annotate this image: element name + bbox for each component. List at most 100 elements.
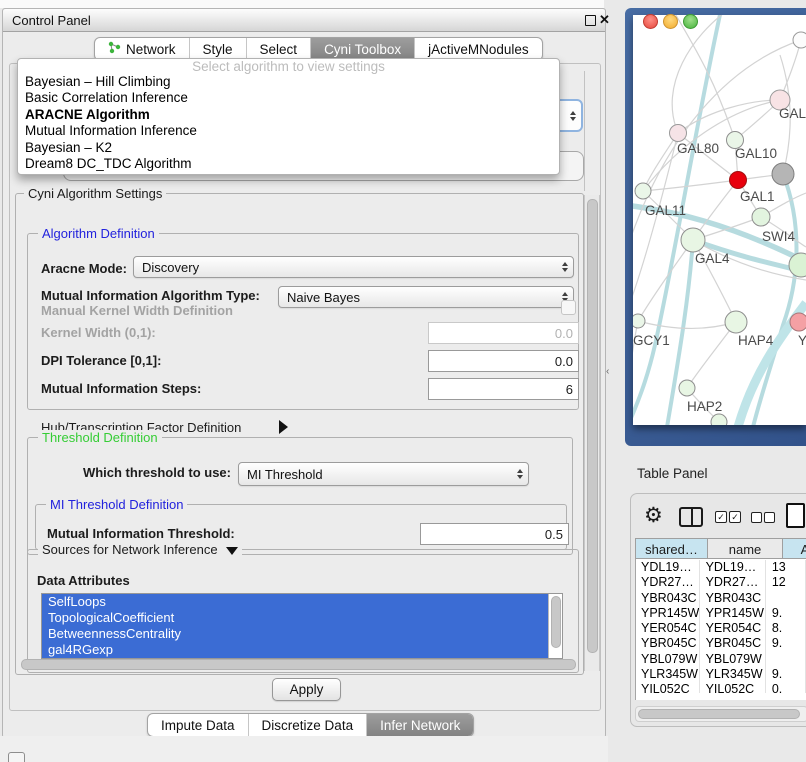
table-cell: YDR27… <box>635 575 700 590</box>
node-label: GAL80 <box>677 141 719 156</box>
network-node[interactable] <box>752 208 770 226</box>
column-header-2[interactable]: name <box>708 538 783 559</box>
network-node[interactable] <box>670 125 687 142</box>
minimize-window-button[interactable] <box>663 14 678 29</box>
network-node[interactable] <box>633 314 645 328</box>
network-node[interactable] <box>725 311 747 333</box>
which-threshold-value: MI Threshold <box>239 467 512 482</box>
column-header-1[interactable]: shared… <box>635 538 708 559</box>
network-node[interactable] <box>730 172 747 189</box>
apply-button[interactable]: Apply <box>272 678 341 701</box>
network-node[interactable] <box>635 183 651 199</box>
select-all-checkbox-icon[interactable]: ✓ <box>715 511 727 523</box>
algorithm-option[interactable]: Mutual Information Inference <box>18 123 559 139</box>
deselect-checkbox-icon2[interactable] <box>764 512 775 523</box>
tab-jactivemnodules[interactable]: jActiveMNodules <box>415 38 542 60</box>
close-window-button[interactable] <box>643 14 658 29</box>
network-node[interactable] <box>711 414 727 425</box>
kernel-width-field[interactable]: 0.0 <box>428 322 579 344</box>
network-node[interactable] <box>679 380 695 396</box>
table-row[interactable]: YIL052CYIL052C0. <box>635 682 806 693</box>
table-row[interactable]: YBR043CYBR043C <box>635 591 806 606</box>
attribute-item[interactable]: TopologicalCoefficient <box>42 610 553 626</box>
sources-collapse-icon[interactable] <box>226 547 238 555</box>
select-all-checkbox-icon2[interactable]: ✓ <box>729 511 741 523</box>
attribute-item[interactable]: SelfLoops <box>42 594 553 610</box>
manual-kernel-checkbox[interactable] <box>561 300 576 315</box>
settings-hscrollbar-thumb[interactable] <box>21 659 576 670</box>
network-edges <box>633 15 806 425</box>
bottom-strip <box>0 736 608 762</box>
settings-vscrollbar-track[interactable] <box>584 195 600 671</box>
data-attributes-list[interactable]: SelfLoopsTopologicalCoefficientBetweenne… <box>41 593 563 659</box>
mi-steps-label: Mutual Information Steps: <box>41 378 201 400</box>
cyni-settings-title: Cyni Algorithm Settings <box>24 186 166 201</box>
table-row[interactable]: YDL19…YDL19…13 <box>635 560 806 575</box>
hub-expand-icon[interactable] <box>279 420 288 434</box>
screen: Control Panel ✕ NetworkStyleSelectCyni T… <box>0 0 806 762</box>
table-row[interactable]: YPR145WYPR145W9. <box>635 606 806 621</box>
sources-title-text: Sources for Network Inference <box>42 542 218 557</box>
table-cell: 13 <box>766 560 806 575</box>
mi-type-combo[interactable]: Naive Bayes <box>278 286 574 308</box>
mi-steps-field[interactable]: 6 <box>428 378 579 400</box>
tab-network[interactable]: Network <box>95 38 190 60</box>
which-threshold-combo[interactable]: MI Threshold <box>238 462 529 486</box>
tab-cyni-toolbox[interactable]: Cyni Toolbox <box>311 38 415 60</box>
network-canvas[interactable]: GALGAL80GAL10GAL1GAL11SWI4GAL4GCY1HAP4YH… <box>633 15 806 425</box>
close-icon[interactable]: ✕ <box>599 14 610 26</box>
settings-hscrollbar-track[interactable] <box>17 657 582 671</box>
splitter-handle[interactable]: ‹ <box>606 366 609 377</box>
data-attributes-label: Data Attributes <box>37 573 130 588</box>
algorithm-option[interactable]: Dream8 DC_TDC Algorithm <box>18 156 559 172</box>
tab-style[interactable]: Style <box>190 38 247 60</box>
bottom-tab-discretize-data[interactable]: Discretize Data <box>249 714 368 736</box>
table-row[interactable]: YBL079WYBL079W <box>635 652 806 667</box>
bottom-tabbar: Impute Data Discretize Data Infer Network <box>147 713 474 737</box>
table-row[interactable]: YDR27…YDR27…12 <box>635 575 806 590</box>
table-row[interactable]: YER054CYER054C8. <box>635 621 806 636</box>
bottom-tab-impute-data[interactable]: Impute Data <box>148 714 249 736</box>
tab-select[interactable]: Select <box>247 38 312 60</box>
attribute-item[interactable]: gal4RGexp <box>42 642 553 658</box>
table-cell: YDL19… <box>635 560 700 575</box>
gear-icon[interactable]: ⚙ <box>644 503 663 528</box>
network-node[interactable] <box>793 32 806 48</box>
algorithm-option[interactable]: Basic Correlation Inference <box>18 90 559 106</box>
aracne-mode-combo[interactable]: Discovery <box>133 256 574 278</box>
network-node[interactable] <box>772 163 794 185</box>
attribute-item[interactable]: BetweennessCentrality <box>42 626 553 642</box>
table-cell: 8. <box>766 621 806 636</box>
table-cell: YBL079W <box>635 652 700 667</box>
list-scrollbar-thumb[interactable] <box>551 596 561 648</box>
column-header-3[interactable]: A <box>783 538 806 559</box>
algorithm-option[interactable]: Bayesian – K2 <box>18 140 559 156</box>
mi-threshold-field[interactable]: 0.5 <box>420 523 569 545</box>
network-node-labels: GALGAL80GAL10GAL1GAL11SWI4GAL4GCY1HAP4YH… <box>633 106 806 414</box>
list-scrollbar-track[interactable] <box>548 594 562 658</box>
table-row[interactable]: YBR045CYBR045C9. <box>635 636 806 651</box>
zoom-window-button[interactable] <box>683 14 698 29</box>
network-node[interactable] <box>790 313 806 331</box>
tab-label: Infer Network <box>380 718 460 733</box>
deselect-checkbox-icon[interactable] <box>751 512 762 523</box>
table-cell: YBR043C <box>700 591 766 606</box>
manual-kernel-label: Manual Kernel Width Definition <box>41 304 233 318</box>
settings-vscrollbar-thumb[interactable] <box>587 199 598 653</box>
columns-icon[interactable] <box>679 507 703 527</box>
dpi-tolerance-field[interactable]: 0.0 <box>428 350 579 372</box>
table-hscrollbar-track[interactable] <box>635 706 806 722</box>
float-window-icon[interactable] <box>585 15 596 26</box>
export-table-icon[interactable] <box>786 503 805 528</box>
node-label: GCY1 <box>633 333 670 348</box>
algorithm-option[interactable]: Bayesian – Hill Climbing <box>18 74 559 90</box>
minimized-panel-icon[interactable] <box>8 752 25 762</box>
bottom-tab-infer-network[interactable]: Infer Network <box>367 714 473 736</box>
table-hscrollbar-thumb[interactable] <box>638 709 800 719</box>
tab-label: Impute Data <box>161 718 235 733</box>
algorithm-option[interactable]: ARACNE Algorithm <box>18 107 559 123</box>
table-row[interactable]: YLR345WYLR345W9. <box>635 667 806 682</box>
network-node[interactable] <box>681 228 705 252</box>
mi-threshold-group-title: MI Threshold Definition <box>46 497 187 512</box>
node-label: SWI4 <box>762 229 795 244</box>
